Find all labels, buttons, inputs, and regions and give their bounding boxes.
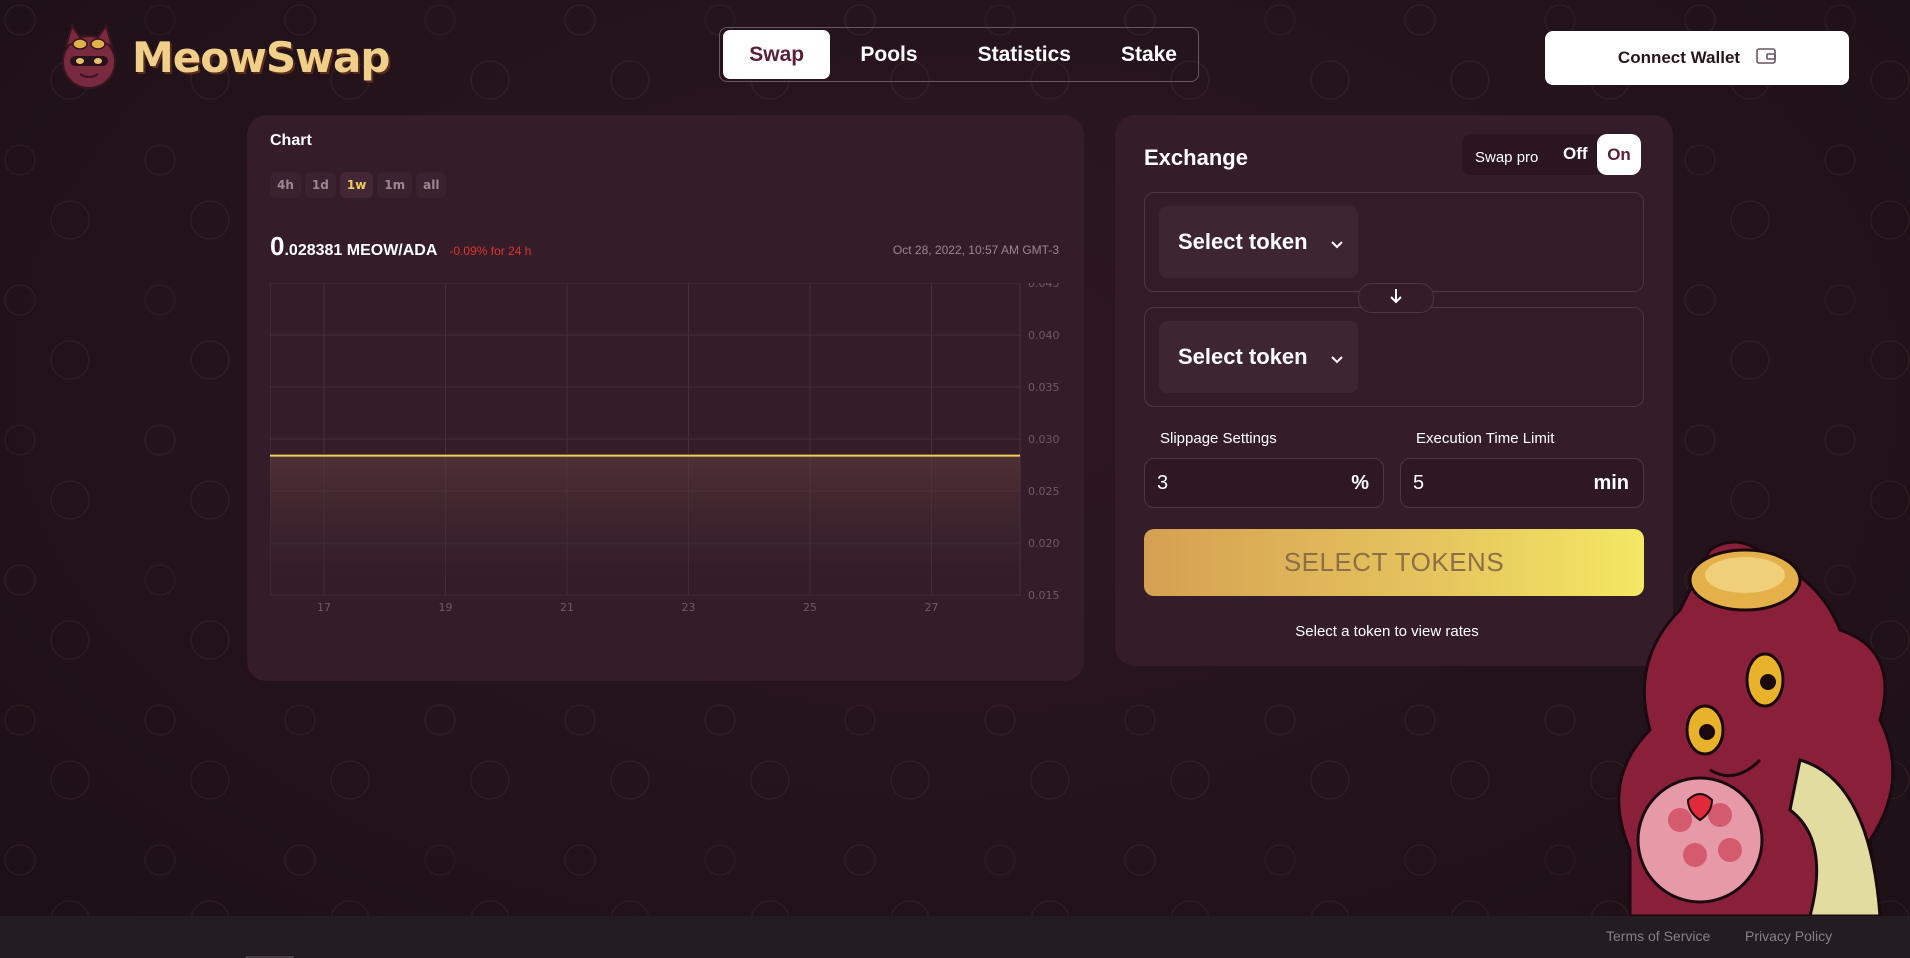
y-tick-label: 0.025 xyxy=(1028,485,1060,498)
toggle-on[interactable]: On xyxy=(1597,134,1641,175)
chart-title: Chart xyxy=(270,132,312,149)
y-tick-label: 0.045 xyxy=(1028,283,1060,290)
connect-wallet-label: Connect Wallet xyxy=(1617,48,1741,67)
y-tick-label: 0.030 xyxy=(1028,433,1060,446)
swap-direction-button[interactable] xyxy=(1358,283,1434,313)
privacy-link[interactable]: Privacy Policy xyxy=(1745,928,1832,944)
tab-swap[interactable]: Swap xyxy=(723,30,831,79)
slippage-label: Slippage Settings xyxy=(1160,430,1277,447)
logo[interactable]: MeowSwap xyxy=(56,23,390,90)
terms-link[interactable]: Terms of Service xyxy=(1606,928,1710,944)
brand-name: MeowSwap xyxy=(132,32,390,82)
x-tick-label: 23 xyxy=(682,601,696,614)
y-tick-label: 0.040 xyxy=(1028,329,1060,342)
price-change: -0.09% for 24 h xyxy=(449,244,532,258)
slippage-unit: % xyxy=(1351,471,1369,494)
time-limit-label: Execution Time Limit xyxy=(1416,430,1555,447)
y-tick-label: 0.020 xyxy=(1028,537,1060,550)
range-1m[interactable]: 1m xyxy=(377,172,413,198)
tab-statistics[interactable]: Statistics xyxy=(948,30,1101,79)
from-token-label: Select token xyxy=(1178,229,1308,254)
swap-pro-toggle[interactable]: Swap pro Off On xyxy=(1462,134,1641,175)
range-1w[interactable]: 1w xyxy=(339,172,374,198)
chevron-down-icon xyxy=(1330,344,1344,370)
price-row: 0 .028381 MEOW/ADA -0.09% for 24 h xyxy=(270,231,531,262)
arrow-down-icon xyxy=(1388,287,1404,310)
from-token-select[interactable]: Select token xyxy=(1159,206,1358,278)
slippage-input[interactable]: 3 % xyxy=(1144,458,1384,508)
x-tick-label: 19 xyxy=(439,601,453,614)
to-token-box: Select token xyxy=(1144,307,1644,407)
price-value: .028381 MEOW/ADA xyxy=(284,242,438,259)
slippage-value: 3 xyxy=(1157,471,1169,494)
from-token-box: Select token xyxy=(1144,192,1644,292)
range-4h[interactable]: 4h xyxy=(270,172,301,198)
price-chart: 0.045 0.040 0.035 0.030 0.025 0.020 0.015 17 19 2… xyxy=(270,283,1060,614)
main-nav: Swap Pools Statistics Stake xyxy=(719,27,1199,82)
cat-logo-icon xyxy=(56,23,122,90)
toggle-off[interactable]: Off xyxy=(1563,144,1588,164)
price-timestamp: Oct 28, 2022, 10:57 AM GMT-3 xyxy=(892,243,1059,257)
range-all[interactable]: all xyxy=(416,172,447,198)
tab-stake[interactable]: Stake xyxy=(1101,30,1195,79)
x-tick-label: 27 xyxy=(925,601,939,614)
time-limit-input[interactable]: 5 min xyxy=(1400,458,1644,508)
to-token-label: Select token xyxy=(1178,344,1308,369)
series-area xyxy=(270,455,1020,595)
price-lead: 0 xyxy=(270,231,285,261)
x-tick-label: 17 xyxy=(317,601,331,614)
connect-wallet-button[interactable]: Connect Wallet xyxy=(1545,31,1849,85)
footer: Terms of Service Privacy Policy xyxy=(0,916,1910,958)
cat-mascot-illustration xyxy=(1480,520,1910,918)
y-tick-label: 0.015 xyxy=(1028,589,1060,602)
chevron-down-icon xyxy=(1330,229,1344,255)
y-tick-label: 0.035 xyxy=(1028,381,1060,394)
to-token-select[interactable]: Select token xyxy=(1159,321,1358,393)
range-1d[interactable]: 1d xyxy=(304,172,336,198)
tab-pools[interactable]: Pools xyxy=(830,30,947,79)
swap-pro-label: Swap pro xyxy=(1475,149,1539,166)
time-limit-unit: min xyxy=(1593,471,1629,494)
x-tick-label: 25 xyxy=(803,601,817,614)
wallet-icon xyxy=(1756,47,1776,70)
x-tick-label: 21 xyxy=(560,601,574,614)
range-selector: 4h 1d 1w 1m all xyxy=(270,172,447,198)
time-limit-value: 5 xyxy=(1413,471,1425,494)
chart-panel: Chart 4h 1d 1w 1m all 0 .028381 MEOW/ADA… xyxy=(247,115,1084,681)
exchange-title: Exchange xyxy=(1144,145,1248,170)
